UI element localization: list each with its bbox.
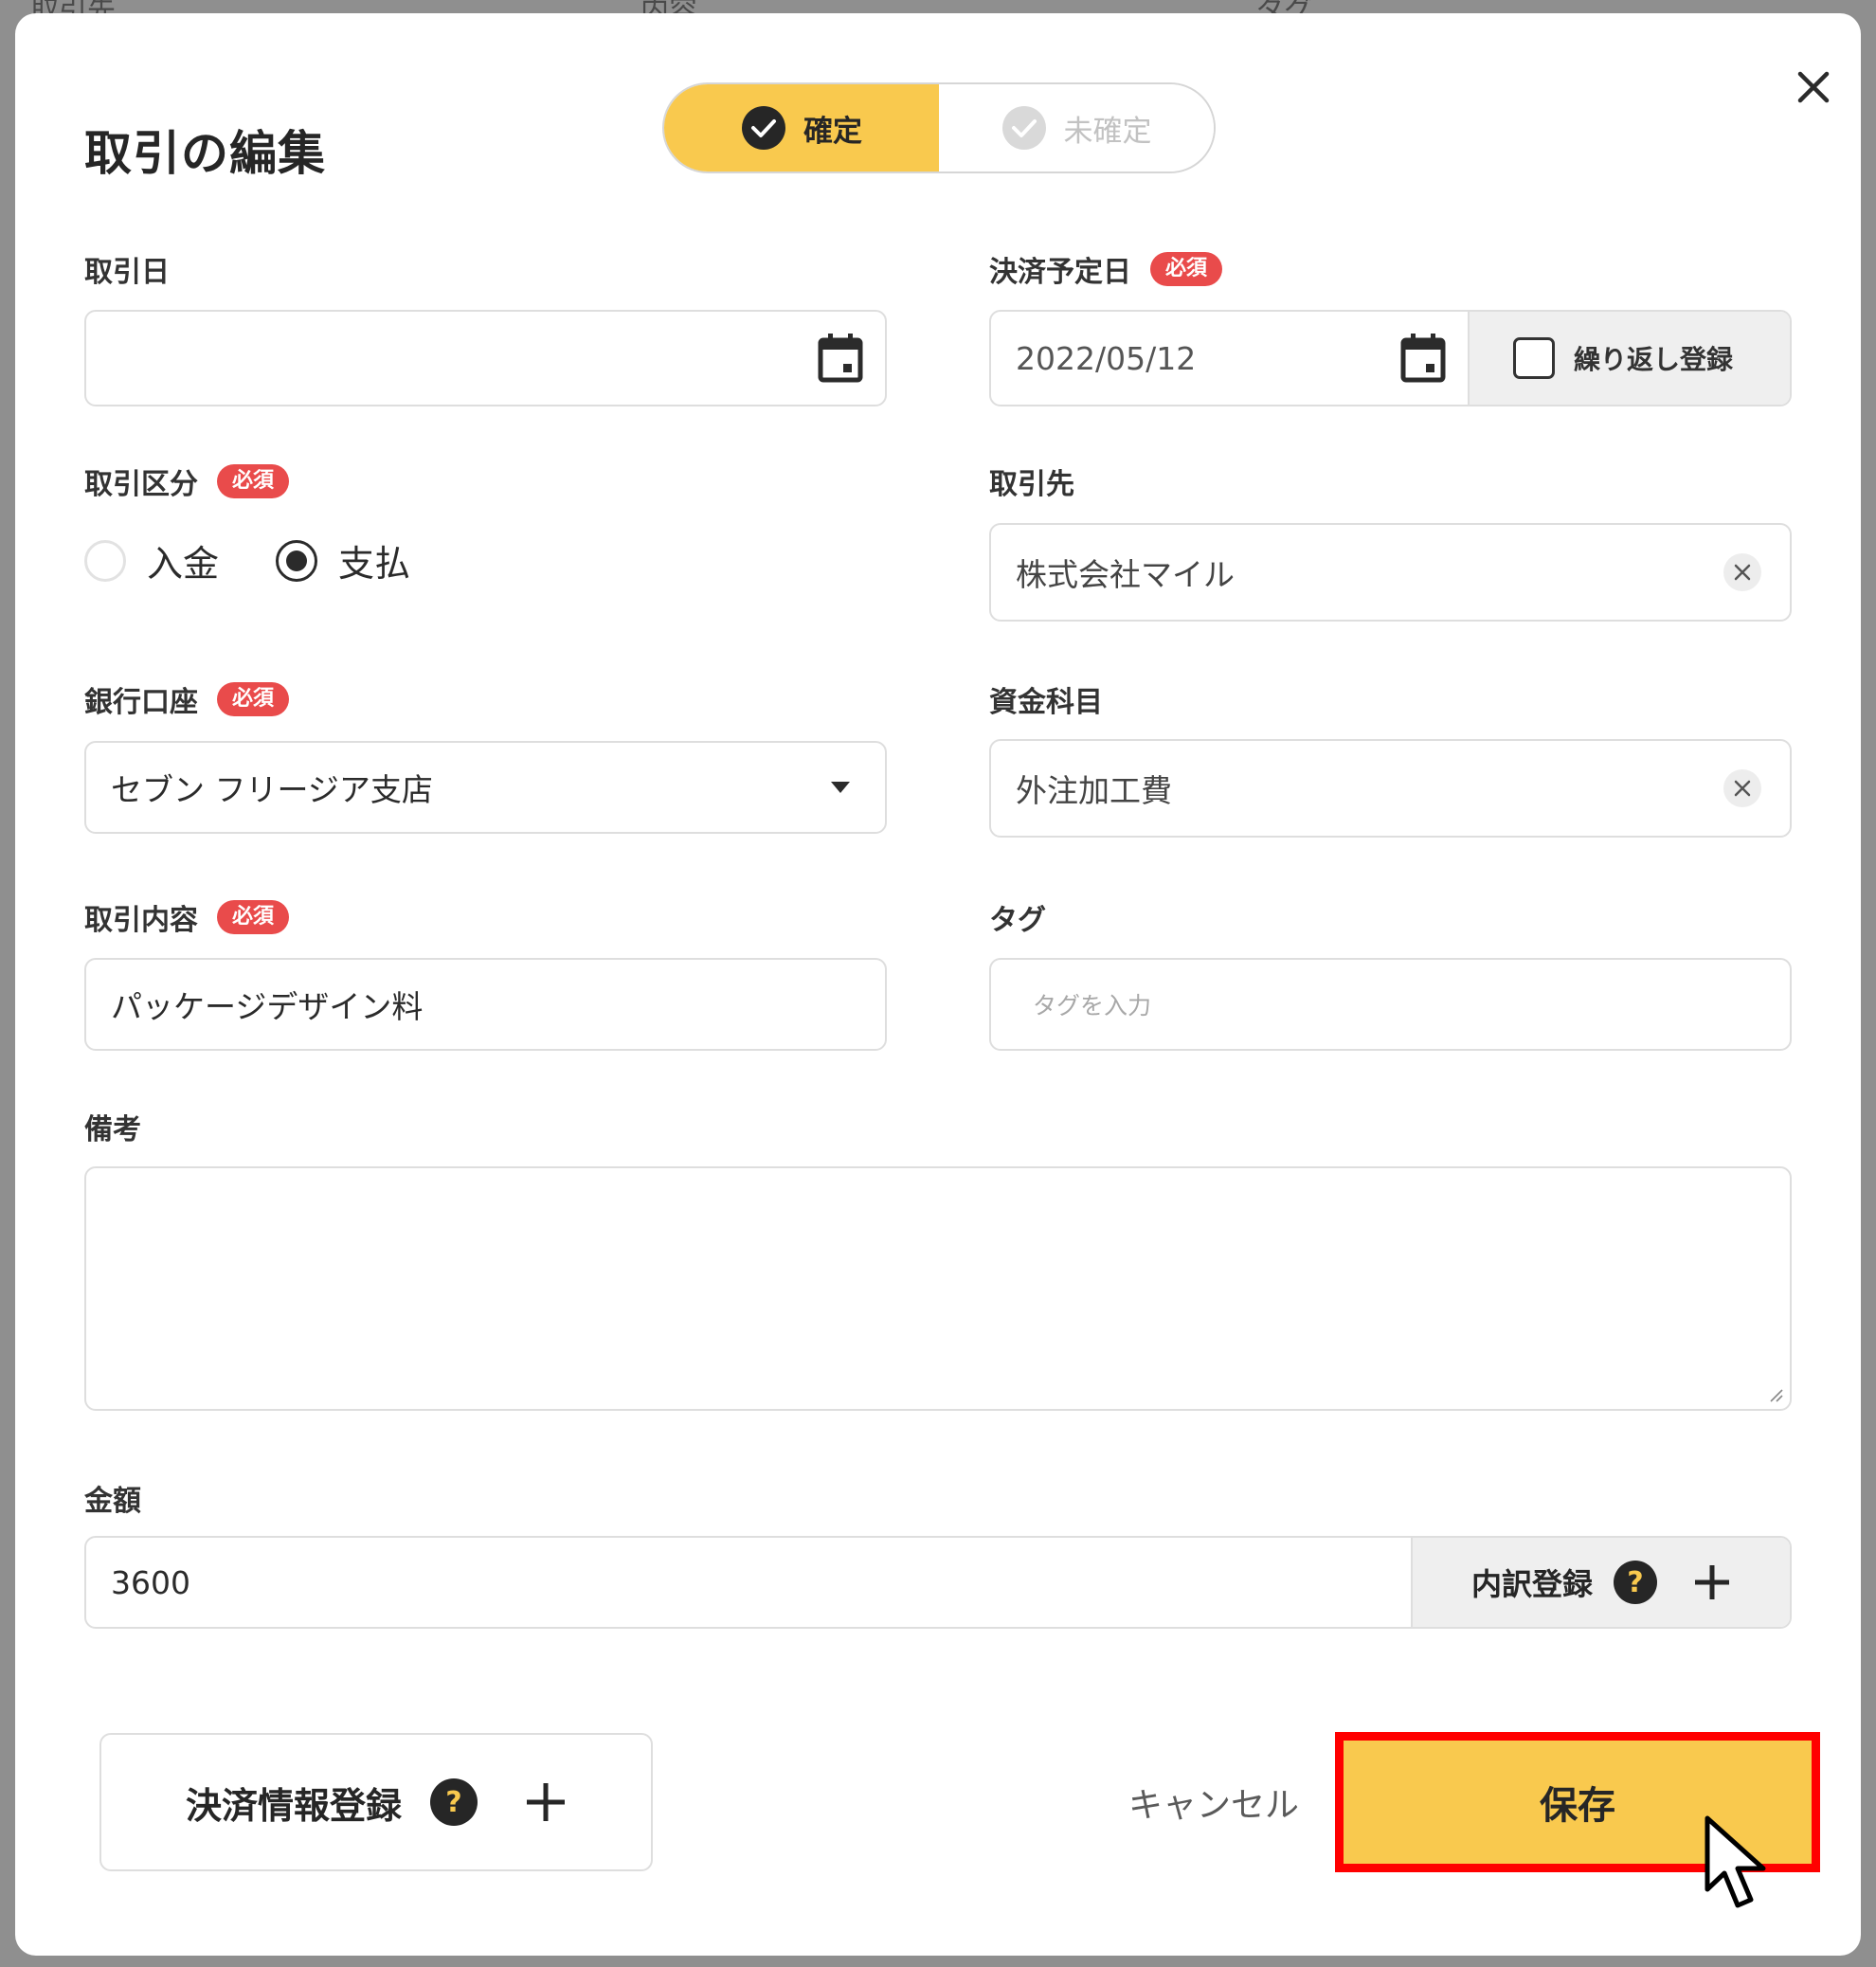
save-button-label: 保存 bbox=[1540, 1784, 1615, 1828]
help-icon[interactable]: ? bbox=[1614, 1561, 1657, 1604]
bank-account-label: 銀行口座 必須 bbox=[84, 678, 290, 720]
radio-option-payment[interactable]: 支払 bbox=[276, 534, 410, 586]
repeat-registration-label: 繰り返し登録 bbox=[1574, 344, 1734, 375]
repeat-registration-checkbox[interactable] bbox=[1513, 337, 1555, 379]
amount-label: 金額 bbox=[84, 1477, 141, 1519]
notes-label-text: 備考 bbox=[84, 1113, 141, 1146]
mouse-cursor-icon bbox=[1705, 1815, 1766, 1908]
notes-label: 備考 bbox=[84, 1106, 141, 1147]
required-badge: 必須 bbox=[217, 464, 290, 498]
tags-placeholder: タグを入力 bbox=[1033, 992, 1152, 1020]
amount-value[interactable]: 3600 bbox=[86, 1564, 1411, 1601]
edit-transaction-modal: 取引の編集 確定 未確定 取引日 決済予定日 必須 2022/05/12 繰り返… bbox=[15, 13, 1861, 1956]
status-confirmed-label: 確定 bbox=[803, 114, 862, 149]
bank-account-label-text: 銀行口座 bbox=[84, 686, 198, 719]
clear-fund-item-button[interactable] bbox=[1723, 769, 1761, 807]
cancel-button[interactable]: キャンセル bbox=[1128, 1778, 1299, 1827]
clear-icon bbox=[1734, 564, 1751, 581]
settlement-date-field: 2022/05/12 繰り返し登録 bbox=[989, 310, 1792, 406]
bank-account-value: セブン フリージア支店 bbox=[111, 771, 433, 808]
status-toggle: 確定 未確定 bbox=[662, 82, 1216, 173]
calendar-icon[interactable] bbox=[1399, 333, 1447, 384]
close-button[interactable] bbox=[1792, 65, 1835, 109]
settlement-date-value[interactable]: 2022/05/12 bbox=[991, 340, 1399, 377]
description-value: パッケージデザイン料 bbox=[111, 988, 424, 1025]
fund-item-field[interactable]: 外注加工費 bbox=[989, 739, 1792, 838]
help-icon[interactable]: ? bbox=[430, 1778, 478, 1826]
settlement-date-label: 決済予定日 必須 bbox=[989, 248, 1223, 290]
radio-option-deposit[interactable]: 入金 bbox=[84, 534, 219, 586]
status-confirmed-option[interactable]: 確定 bbox=[664, 84, 939, 171]
partner-field[interactable]: 株式会社マイル bbox=[989, 523, 1792, 622]
transaction-date-label-text: 取引日 bbox=[84, 256, 170, 289]
partner-label: 取引先 bbox=[989, 460, 1074, 502]
calendar-icon[interactable] bbox=[817, 333, 864, 384]
radio-deposit-label: 入金 bbox=[147, 543, 220, 585]
payment-info-registration-button[interactable]: 決済情報登録 ? bbox=[99, 1733, 653, 1871]
partner-value: 株式会社マイル bbox=[1016, 556, 1235, 593]
fund-item-value: 外注加工費 bbox=[1016, 772, 1172, 809]
payment-info-registration-label: 決済情報登録 bbox=[185, 1784, 402, 1827]
amount-field: 3600 内訳登録 ? bbox=[84, 1536, 1792, 1629]
breakdown-registration-label: 内訳登録 bbox=[1470, 1566, 1593, 1602]
transaction-type-label-text: 取引区分 bbox=[84, 468, 198, 501]
transaction-date-label: 取引日 bbox=[84, 248, 170, 290]
required-badge: 必須 bbox=[217, 900, 290, 934]
check-circle-icon bbox=[742, 106, 785, 150]
resize-handle-icon[interactable] bbox=[1767, 1386, 1784, 1403]
tags-input[interactable]: タグを入力 bbox=[989, 958, 1792, 1051]
status-unconfirmed-label: 未確定 bbox=[1063, 114, 1152, 149]
required-badge: 必須 bbox=[217, 682, 290, 716]
description-input[interactable]: パッケージデザイン料 bbox=[84, 958, 887, 1051]
description-label: 取引内容 必須 bbox=[84, 896, 290, 938]
fund-item-label-text: 資金科目 bbox=[989, 686, 1103, 719]
radio-deposit[interactable] bbox=[84, 539, 126, 582]
transaction-type-label: 取引区分 必須 bbox=[84, 460, 290, 502]
repeat-registration-addon[interactable]: 繰り返し登録 bbox=[1468, 312, 1790, 405]
check-circle-icon bbox=[1001, 106, 1046, 150]
clear-icon bbox=[1734, 780, 1751, 797]
notes-textarea[interactable] bbox=[84, 1166, 1792, 1411]
settlement-date-label-text: 決済予定日 bbox=[989, 256, 1131, 289]
transaction-date-field[interactable] bbox=[84, 310, 887, 406]
status-unconfirmed-option[interactable]: 未確定 bbox=[939, 84, 1214, 171]
tags-label-text: タグ bbox=[989, 904, 1046, 937]
notes-value bbox=[86, 1168, 1790, 1187]
radio-payment-label: 支払 bbox=[338, 543, 411, 585]
plus-icon bbox=[527, 1783, 565, 1821]
dropdown-caret-icon bbox=[831, 782, 850, 793]
required-badge: 必須 bbox=[1150, 252, 1223, 286]
clear-partner-button[interactable] bbox=[1723, 553, 1761, 591]
tags-label: タグ bbox=[989, 896, 1046, 938]
description-label-text: 取引内容 bbox=[84, 904, 198, 937]
radio-payment[interactable] bbox=[276, 539, 318, 582]
fund-item-label: 資金科目 bbox=[989, 678, 1103, 720]
bank-account-select[interactable]: セブン フリージア支店 bbox=[84, 741, 887, 834]
transaction-type-radio-group: 入金 支払 bbox=[84, 534, 410, 586]
partner-label-text: 取引先 bbox=[989, 468, 1074, 501]
breakdown-registration-button[interactable]: 内訳登録 ? bbox=[1411, 1538, 1790, 1627]
plus-icon bbox=[1695, 1565, 1729, 1599]
amount-label-text: 金額 bbox=[84, 1485, 141, 1518]
modal-title: 取引の編集 bbox=[84, 126, 326, 181]
close-icon bbox=[1797, 71, 1830, 103]
